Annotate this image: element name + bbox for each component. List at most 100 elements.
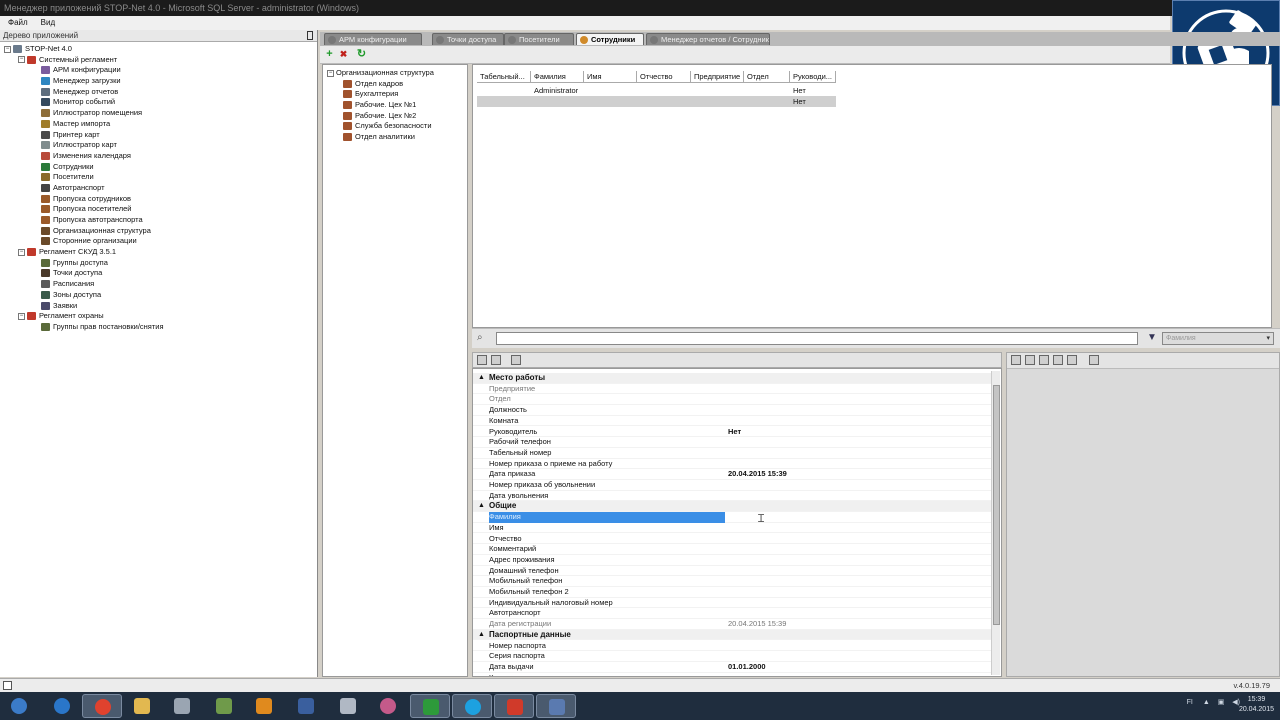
property-row[interactable]: Рабочий телефон [473, 437, 993, 448]
tab-1[interactable]: Точки доступа [432, 33, 504, 45]
delete-button[interactable]: ✖ [338, 49, 349, 60]
taskbar-app4[interactable] [162, 694, 202, 718]
alphabetical-view-icon[interactable] [491, 355, 501, 365]
tree-item[interactable]: Менеджер загрузки [0, 76, 317, 87]
add-button[interactable]: + [324, 49, 335, 60]
tree-item[interactable]: Мастер импорта [0, 119, 317, 130]
taskbar-app13[interactable] [536, 694, 576, 718]
photo-settings-icon[interactable] [1089, 355, 1099, 365]
collapse-icon[interactable]: ▲ [478, 630, 485, 641]
property-row[interactable]: Кем выдан [473, 673, 993, 676]
tree-item[interactable]: − Регламент СКУД 3.5.1 [0, 247, 317, 258]
search-icon[interactable]: ⌕ [477, 332, 491, 344]
tray-arrow-icon[interactable]: ▲ [1203, 699, 1210, 706]
tree-item[interactable]: АРМ конфигурации [0, 65, 317, 76]
grid-column-header[interactable]: Отчество [637, 71, 691, 83]
property-scrollbar[interactable] [991, 371, 1000, 675]
camera-icon[interactable] [1039, 355, 1049, 365]
language-indicator[interactable]: FI [1187, 699, 1193, 706]
property-row[interactable]: Дата регистрации 20.04.2015 15:39 [473, 619, 993, 630]
org-tree-item[interactable]: Отдел кадров [323, 79, 467, 90]
tree-item[interactable]: Изменения календаря [0, 151, 317, 162]
tree-item[interactable]: Точки доступа [0, 268, 317, 279]
tree-item[interactable]: − Системный регламент [0, 55, 317, 66]
taskbar-app9[interactable] [368, 694, 408, 718]
org-tree-item[interactable]: − Организационная структура [323, 68, 467, 79]
tree-item[interactable]: Иллюстратор карт [0, 140, 317, 151]
property-row[interactable]: Адрес проживания [473, 555, 993, 566]
tree-item[interactable]: Организационная структура [0, 226, 317, 237]
taskbar-media[interactable] [244, 694, 284, 718]
menu-file[interactable]: Файл [0, 16, 33, 30]
property-value[interactable]: Нет [728, 427, 741, 438]
property-row[interactable]: Имя [473, 523, 993, 534]
tree-item[interactable]: Группы прав постановки/снятия [0, 322, 317, 333]
tree-expander-icon[interactable]: − [327, 69, 334, 77]
start-button[interactable] [2, 694, 36, 718]
property-value[interactable]: 20.04.2015 15:39 [728, 469, 787, 480]
tree-item[interactable]: Расписания [0, 279, 317, 290]
property-row[interactable]: Отчество [473, 534, 993, 545]
property-row[interactable]: Номер паспорта [473, 641, 993, 652]
property-row[interactable]: Дата приказа 20.04.2015 15:39 [473, 469, 993, 480]
tree-item[interactable]: Пропуска сотрудников [0, 194, 317, 205]
property-pages-icon[interactable] [511, 355, 521, 365]
collapse-icon[interactable]: ▲ [478, 501, 485, 512]
tree-item[interactable]: Пропуска автотранспорта [0, 215, 317, 226]
property-row[interactable]: Серия паспорта [473, 651, 993, 662]
property-row[interactable]: Автотранспорт [473, 608, 993, 620]
tree-expander-icon[interactable]: − [18, 56, 25, 64]
tree-item[interactable]: Иллюстратор помещения [0, 108, 317, 119]
taskbar-stopnet[interactable] [410, 694, 450, 718]
property-row[interactable]: Комментарий [473, 544, 993, 555]
tab-4[interactable]: Менеджер отчетов / Сотрудники [646, 33, 770, 45]
property-row[interactable]: Должность [473, 405, 993, 416]
tree-item[interactable]: Менеджер отчетов [0, 87, 317, 98]
property-category[interactable]: ▲ Место работы [473, 373, 993, 384]
collapse-icon[interactable]: ▲ [478, 373, 485, 384]
property-row[interactable]: Домашний телефон [473, 566, 993, 577]
taskbar-ie[interactable] [42, 694, 82, 718]
tab-0[interactable]: АРМ конфигурации [324, 33, 422, 45]
property-row[interactable]: Номер приказа о приеме на работу [473, 459, 993, 470]
scanner-icon[interactable] [1053, 355, 1063, 365]
property-row[interactable]: Табельный номер [473, 448, 993, 459]
table-row[interactable]: Нет [477, 96, 836, 107]
taskbar-app7[interactable] [286, 694, 326, 718]
grid-column-header[interactable]: Предприятие [691, 71, 744, 83]
taskbar-chrome[interactable] [82, 694, 122, 718]
org-tree-item[interactable]: Отдел аналитики [323, 132, 467, 143]
filter-select[interactable]: Фамилия ▾ [1162, 332, 1274, 345]
tree-expander-icon[interactable]: − [4, 45, 11, 53]
tree-item[interactable]: Пропуска посетителей [0, 204, 317, 215]
property-row[interactable]: Предприятие [473, 384, 993, 395]
tree-item[interactable]: Сторонние организации [0, 236, 317, 247]
menu-view[interactable]: Вид [33, 16, 60, 30]
property-category[interactable]: ▲ Общие [473, 501, 993, 513]
tree-item[interactable]: Зоны доступа [0, 290, 317, 301]
photo-open-icon[interactable] [1011, 355, 1021, 365]
tree-item[interactable]: − STOP-Net 4.0 [0, 44, 317, 55]
property-row[interactable]: Дата выдачи 01.01.2000 [473, 662, 993, 673]
grid-column-header[interactable]: Отдел [744, 71, 790, 83]
search-input[interactable] [496, 332, 1138, 345]
filter-icon[interactable]: ▼ [1147, 332, 1159, 344]
tree-item[interactable]: − Регламент охраны [0, 311, 317, 322]
pin-icon[interactable] [307, 31, 313, 40]
clear-photo-icon[interactable] [1067, 355, 1077, 365]
tree-expander-icon[interactable]: − [18, 312, 25, 320]
grid-column-header[interactable]: Имя [584, 71, 637, 83]
refresh-button[interactable]: ↻ [356, 49, 367, 60]
categorized-view-icon[interactable] [477, 355, 487, 365]
system-tray[interactable]: FI ▲ ▣ ◀) [1187, 698, 1240, 706]
photo-save-icon[interactable] [1025, 355, 1035, 365]
taskbar-skype[interactable] [452, 694, 492, 718]
property-row[interactable]: Фамилия [473, 512, 993, 523]
property-category[interactable]: ▲ Паспортные данные [473, 629, 993, 641]
property-value[interactable]: 01.01.2000 [728, 662, 766, 673]
property-row[interactable]: Отдел [473, 394, 993, 406]
taskbar-app5[interactable] [204, 694, 244, 718]
tree-item[interactable]: Заявки [0, 301, 317, 312]
org-tree-item[interactable]: Бухгалтерия [323, 89, 467, 100]
property-row[interactable]: Комната [473, 416, 993, 427]
